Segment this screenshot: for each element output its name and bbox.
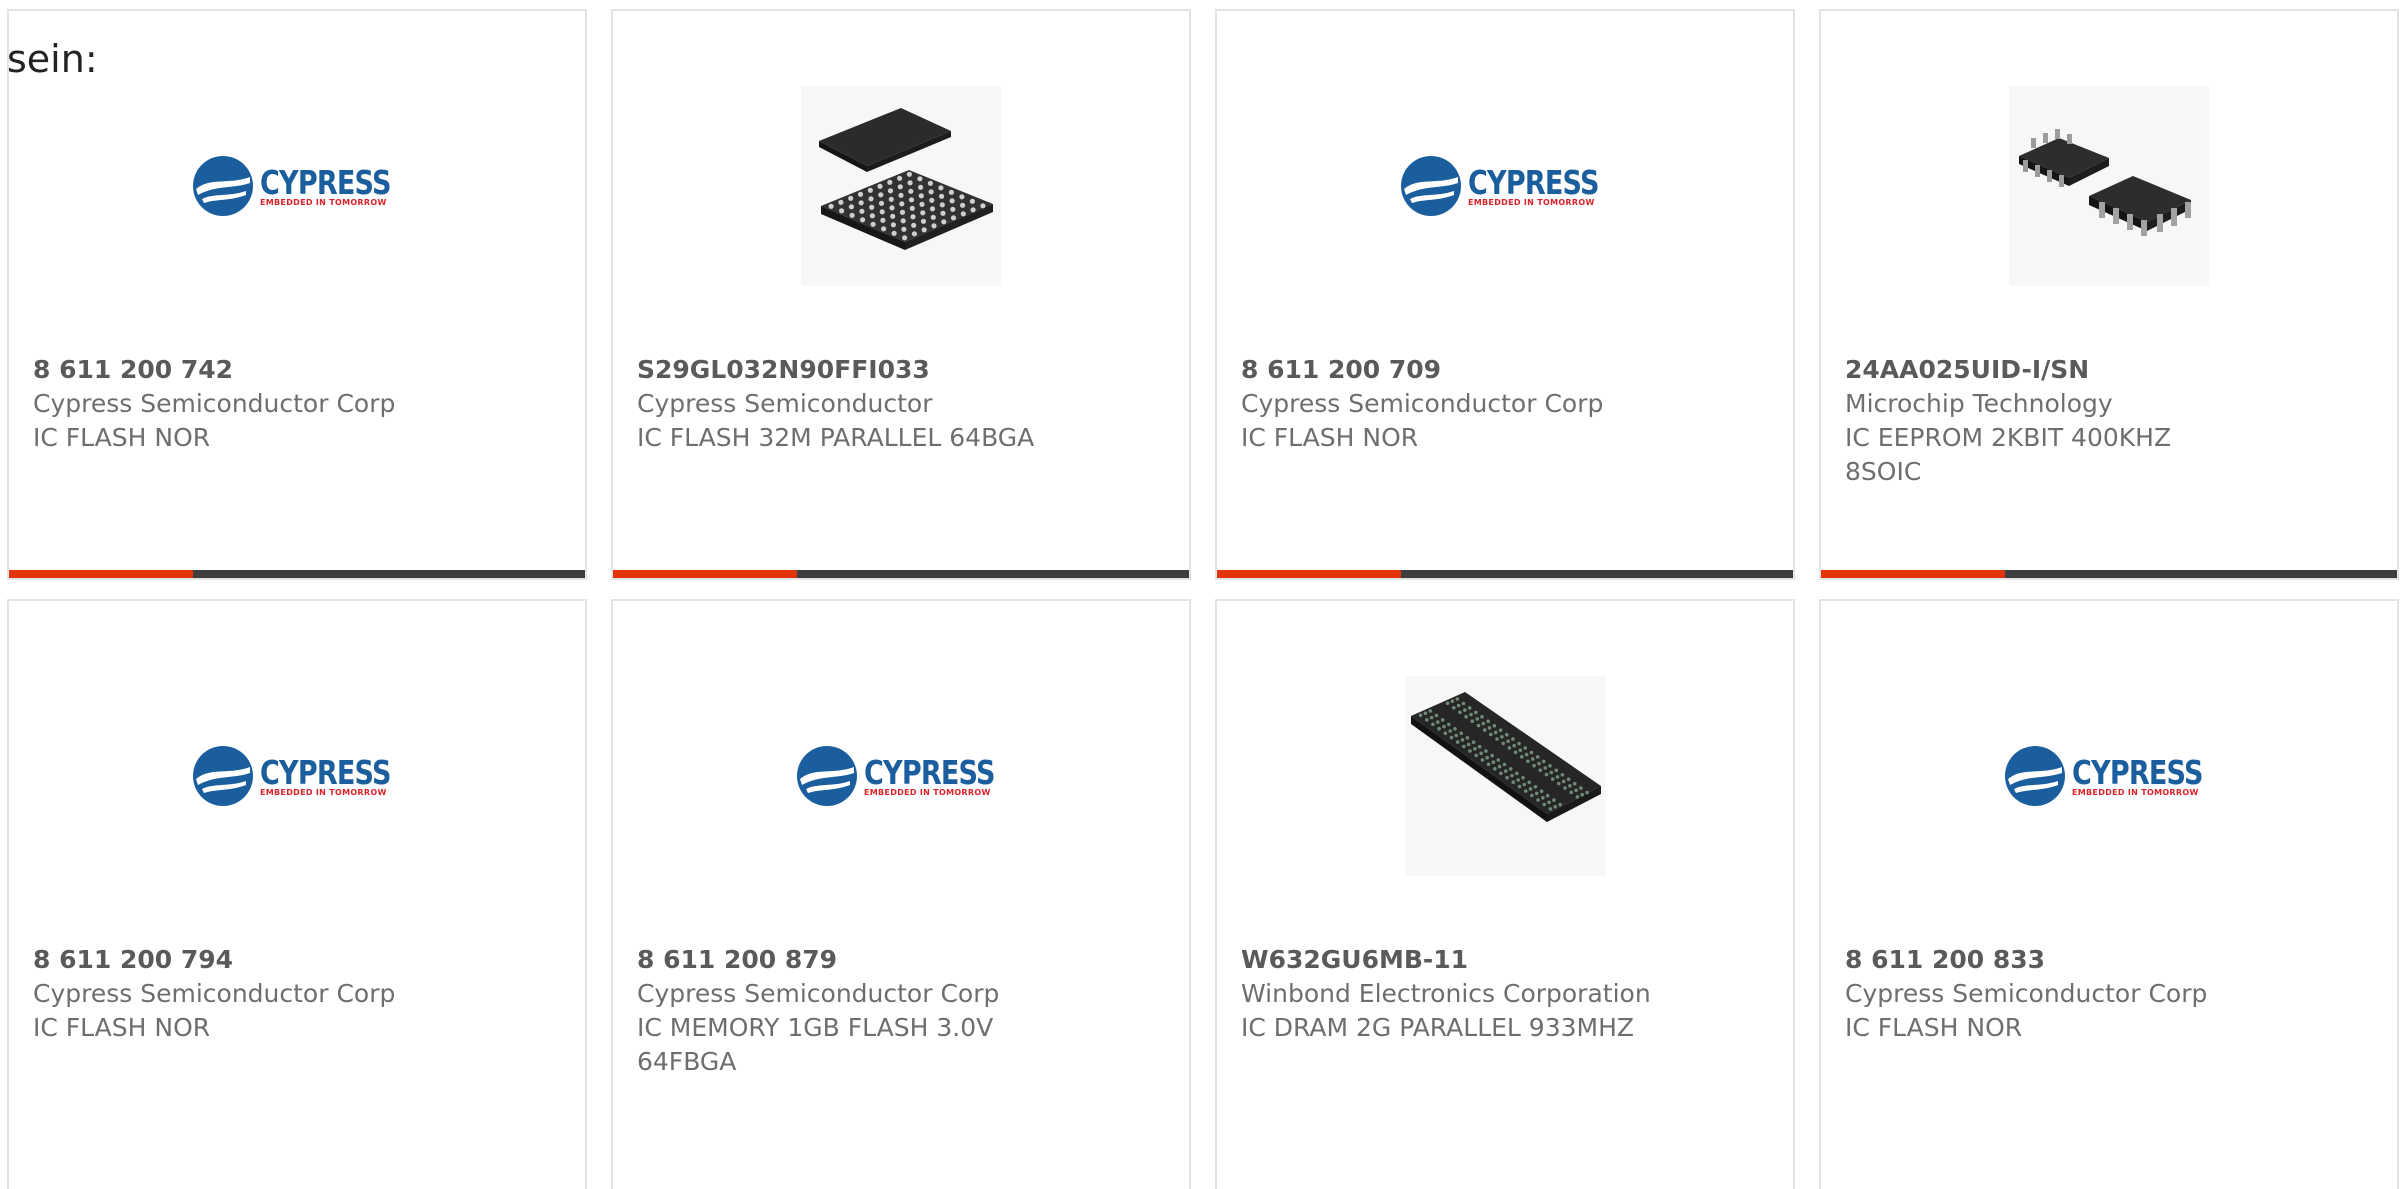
part-number[interactable]: 8 611 200 709 (1241, 353, 1769, 387)
manufacturer: Cypress Semiconductor (637, 389, 933, 418)
product-card[interactable]: CYPRESS EMBEDDED IN TOMORROW 8 611 200 8… (611, 599, 1191, 1189)
part-number[interactable]: 24AA025UID-I/SN (1845, 353, 2373, 387)
logo-wordmark: CYPRESS (260, 752, 391, 792)
part-number[interactable]: 8 611 200 742 (33, 353, 561, 387)
product-image[interactable]: CYPRESS EMBEDDED IN TOMORROW (613, 671, 1189, 881)
card-accent-bar (1217, 570, 1793, 578)
cypress-tree-icon (797, 746, 857, 806)
manufacturer: Cypress Semiconductor Corp (33, 389, 396, 418)
card-accent-progress (1821, 570, 2006, 578)
dram-chip-image (1405, 676, 1605, 876)
product-image[interactable]: CYPRESS EMBEDDED IN TOMORROW (1217, 81, 1793, 291)
manufacturer: Cypress Semiconductor Corp (637, 979, 1000, 1008)
product-image[interactable] (613, 81, 1189, 291)
card-accent-bar (1821, 570, 2397, 578)
product-card[interactable]: S29GL032N90FFI033 Cypress Semiconductor … (611, 9, 1191, 580)
product-image[interactable]: CYPRESS EMBEDDED IN TOMORROW (9, 671, 585, 881)
part-number[interactable]: W632GU6MB-11 (1241, 943, 1769, 977)
product-description: IC FLASH 32M PARALLEL 64BGA (637, 423, 1035, 452)
bga-chip-image (801, 86, 1001, 286)
manufacturer: Cypress Semiconductor Corp (33, 979, 396, 1008)
logo-wordmark: CYPRESS (260, 162, 391, 202)
cypress-tree-icon (2005, 746, 2065, 806)
manufacturer: Microchip Technology (1845, 389, 2113, 418)
product-image[interactable]: CYPRESS EMBEDDED IN TOMORROW (1821, 671, 2397, 881)
part-number[interactable]: S29GL032N90FFI033 (637, 353, 1165, 387)
card-accent-bar (9, 570, 585, 578)
manufacturer: Cypress Semiconductor Corp (1241, 389, 1604, 418)
product-description: IC FLASH NOR (1845, 1013, 2023, 1042)
product-description: IC FLASH NOR (33, 1013, 211, 1042)
product-image[interactable] (1821, 81, 2397, 291)
card-accent-progress (1217, 570, 1402, 578)
part-number[interactable]: 8 611 200 833 (1845, 943, 2373, 977)
cypress-logo: CYPRESS EMBEDDED IN TOMORROW (192, 155, 402, 217)
cypress-tree-icon (193, 746, 253, 806)
card-accent-bar (613, 570, 1189, 578)
product-description: IC EEPROM 2KBIT 400KHZ 8SOIC (1845, 423, 2172, 486)
product-description: IC FLASH NOR (1241, 423, 1419, 452)
product-image[interactable]: CYPRESS EMBEDDED IN TOMORROW (9, 81, 585, 291)
product-card[interactable]: CYPRESS EMBEDDED IN TOMORROW 8 611 200 7… (7, 9, 587, 580)
product-card[interactable]: CYPRESS EMBEDDED IN TOMORROW 8 611 200 7… (7, 599, 587, 1189)
product-card[interactable]: CYPRESS EMBEDDED IN TOMORROW 8 611 200 7… (1215, 9, 1795, 580)
product-description: IC MEMORY 1GB FLASH 3.0V 64FBGA (637, 1013, 994, 1076)
product-card[interactable]: CYPRESS EMBEDDED IN TOMORROW 8 611 200 8… (1819, 599, 2399, 1189)
cypress-tree-icon (193, 156, 253, 216)
part-number[interactable]: 8 611 200 879 (637, 943, 1165, 977)
intro-text: sein: (7, 37, 98, 81)
cypress-logo: CYPRESS EMBEDDED IN TOMORROW (2004, 745, 2214, 807)
cypress-logo: CYPRESS EMBEDDED IN TOMORROW (796, 745, 1006, 807)
logo-wordmark: CYPRESS (1468, 162, 1599, 202)
card-accent-progress (9, 570, 194, 578)
logo-wordmark: CYPRESS (2072, 752, 2203, 792)
soic-chip-image (2009, 86, 2209, 286)
product-description: IC DRAM 2G PARALLEL 933MHZ (1241, 1013, 1635, 1042)
product-card[interactable]: 24AA025UID-I/SN Microchip Technology IC … (1819, 9, 2399, 580)
product-grid: CYPRESS EMBEDDED IN TOMORROW 8 611 200 7… (7, 9, 2400, 1189)
product-card[interactable]: W632GU6MB-11 Winbond Electronics Corpora… (1215, 599, 1795, 1189)
manufacturer: Winbond Electronics Corporation (1241, 979, 1651, 1008)
product-image[interactable] (1217, 671, 1793, 881)
card-accent-progress (613, 570, 798, 578)
manufacturer: Cypress Semiconductor Corp (1845, 979, 2208, 1008)
part-number[interactable]: 8 611 200 794 (33, 943, 561, 977)
product-description: IC FLASH NOR (33, 423, 211, 452)
logo-wordmark: CYPRESS (864, 752, 995, 792)
cypress-logo: CYPRESS EMBEDDED IN TOMORROW (1400, 155, 1610, 217)
cypress-tree-icon (1401, 156, 1461, 216)
cypress-logo: CYPRESS EMBEDDED IN TOMORROW (192, 745, 402, 807)
